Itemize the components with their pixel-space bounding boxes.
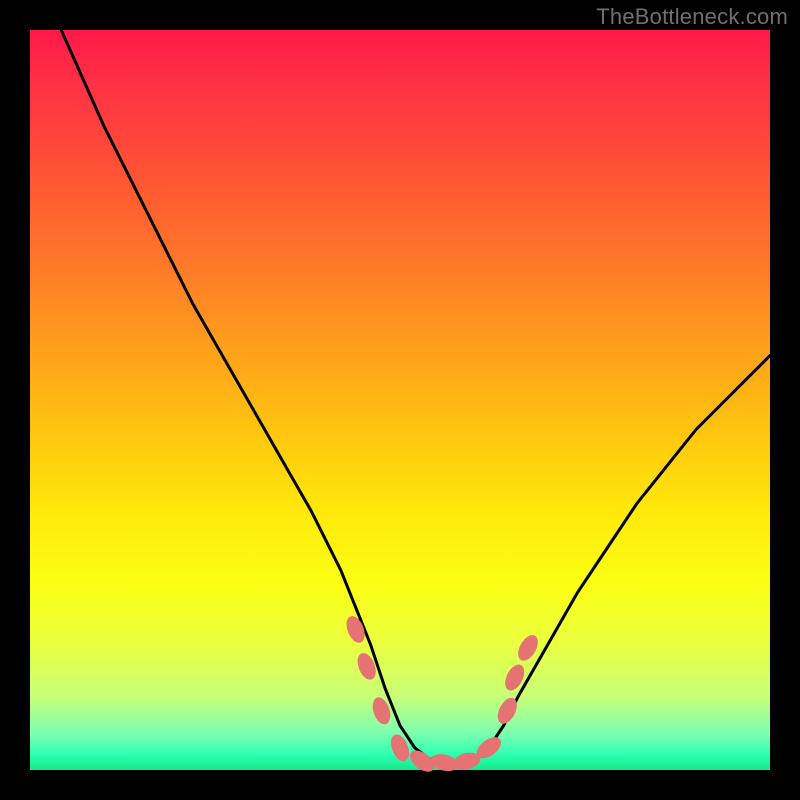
plot-area <box>30 30 770 770</box>
bottleneck-curve <box>45 0 770 763</box>
chart-frame: TheBottleneck.com <box>0 0 800 800</box>
curve-markers <box>343 613 542 775</box>
watermark-label: TheBottleneck.com <box>596 4 788 30</box>
chart-svg <box>30 30 770 770</box>
